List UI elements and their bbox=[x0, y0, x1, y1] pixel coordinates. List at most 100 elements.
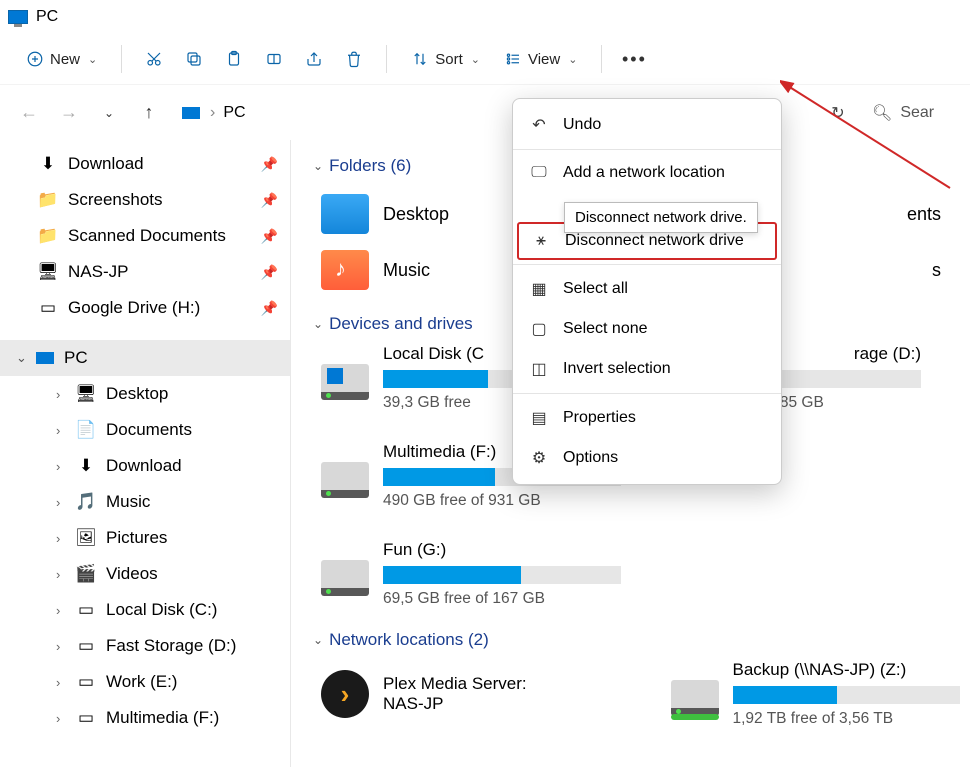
sidebar-pc-child-0[interactable]: ›🖥Desktop bbox=[26, 376, 290, 412]
sidebar-pc[interactable]: ⌄ PC bbox=[0, 340, 290, 376]
menu-disconnect-label: Disconnect network drive bbox=[565, 232, 744, 250]
monitor-icon: 🖵 bbox=[529, 164, 549, 182]
search-placeholder: Sear bbox=[900, 104, 934, 122]
drive-icon bbox=[321, 364, 369, 400]
sidebar-pc-child-7[interactable]: ›▭Fast Storage (D:) bbox=[26, 628, 290, 664]
doc-icon: 📄 bbox=[76, 420, 96, 440]
drive-icon bbox=[321, 462, 369, 498]
sidebar-pc-child-9[interactable]: ›▭Multimedia (F:) bbox=[26, 700, 290, 736]
delete-button[interactable] bbox=[336, 43, 372, 75]
sidebar-pc-child-5[interactable]: ›🎬Videos bbox=[26, 556, 290, 592]
window-title: PC bbox=[36, 8, 58, 26]
menu-add-network-label: Add a network location bbox=[563, 164, 725, 182]
menu-add-network[interactable]: 🖵 Add a network location bbox=[513, 154, 781, 192]
sidebar-item-label: NAS-JP bbox=[68, 262, 128, 282]
tooltip-text: Disconnect network drive. bbox=[575, 209, 747, 226]
section-drives-label: Devices and drives bbox=[329, 314, 473, 334]
sidebar-quick-4[interactable]: ▭Google Drive (H:)📌 bbox=[0, 290, 290, 326]
plex-line2: NAS-JP bbox=[383, 694, 527, 714]
refresh-button[interactable]: ↻ bbox=[824, 103, 852, 123]
sidebar-item-label: Screenshots bbox=[68, 190, 163, 210]
separator bbox=[513, 264, 781, 265]
trash-icon bbox=[345, 50, 363, 68]
chevron-right-icon: › bbox=[56, 495, 70, 510]
titlebar: PC bbox=[0, 0, 970, 34]
scissors-icon bbox=[145, 50, 163, 68]
section-netloc[interactable]: ⌄ Network locations (2) bbox=[313, 630, 960, 650]
menu-select-all[interactable]: ▦Select all bbox=[513, 269, 781, 309]
forward-button[interactable]: → bbox=[54, 102, 84, 123]
separator bbox=[121, 45, 122, 73]
menu-invert[interactable]: ◫Invert selection bbox=[513, 349, 781, 389]
menu-undo-label: Undo bbox=[563, 116, 601, 134]
view-button[interactable]: View ⌄ bbox=[494, 44, 587, 74]
pin-icon: 📌 bbox=[261, 300, 278, 317]
cut-button[interactable] bbox=[136, 43, 172, 75]
menu-undo[interactable]: ↶Undo bbox=[513, 105, 781, 145]
music-icon: 🎵 bbox=[76, 492, 96, 512]
drive-free: 1,92 TB free of 3,56 TB bbox=[733, 710, 961, 728]
sidebar-quick-0[interactable]: ⬇ Download 📌 bbox=[0, 146, 290, 182]
menu-select-none-label: Select none bbox=[563, 320, 648, 338]
sidebar-pc-child-2[interactable]: ›⬇Download bbox=[26, 448, 290, 484]
pc-icon bbox=[8, 10, 28, 24]
pc-icon bbox=[182, 107, 200, 119]
new-button[interactable]: New ⌄ bbox=[16, 44, 107, 74]
sidebar-pc-child-6[interactable]: ›▭Local Disk (C:) bbox=[26, 592, 290, 628]
paste-button[interactable] bbox=[216, 43, 252, 75]
more-button[interactable]: ••• bbox=[616, 43, 652, 75]
plex-icon: › bbox=[321, 670, 369, 718]
breadcrumb-item[interactable]: PC bbox=[223, 104, 245, 122]
usage-bar bbox=[383, 566, 621, 584]
properties-icon: ▤ bbox=[529, 408, 549, 428]
videos-icon: 🎬 bbox=[76, 564, 96, 584]
disk-icon: ▭ bbox=[76, 600, 96, 620]
sidebar-pc-child-8[interactable]: ›▭Work (E:) bbox=[26, 664, 290, 700]
breadcrumb-sep: › bbox=[210, 104, 215, 122]
pin-icon: 📌 bbox=[261, 228, 278, 245]
drive-icon bbox=[321, 560, 369, 596]
pin-icon: 📌 bbox=[261, 264, 278, 281]
sidebar-item-label: Work (E:) bbox=[106, 672, 177, 692]
menu-properties-label: Properties bbox=[563, 409, 636, 427]
up-button[interactable]: ↑ bbox=[134, 102, 164, 123]
navbar: ← → ⌄ ↑ › PC ↻ 🔍︎ Sear bbox=[0, 84, 970, 140]
download-icon: ⬇ bbox=[38, 154, 58, 174]
pin-icon: 📌 bbox=[261, 156, 278, 173]
sidebar-item-label: Download bbox=[68, 154, 144, 174]
sidebar-pc-child-4[interactable]: ›🖼Pictures bbox=[26, 520, 290, 556]
sidebar-pc-child-1[interactable]: ›📄Documents bbox=[26, 412, 290, 448]
disk-icon: ▭ bbox=[76, 636, 96, 656]
sidebar-pc-child-3[interactable]: ›🎵Music bbox=[26, 484, 290, 520]
sidebar-quick-1[interactable]: 📁Screenshots📌 bbox=[0, 182, 290, 218]
menu-options[interactable]: ⚙Options bbox=[513, 438, 781, 478]
share-button[interactable] bbox=[296, 43, 332, 75]
sidebar-quick-3[interactable]: 🖥NAS-JP📌 bbox=[0, 254, 290, 290]
folder-label: Desktop bbox=[383, 204, 449, 225]
recent-dropdown[interactable]: ⌄ bbox=[94, 106, 124, 120]
rename-button[interactable] bbox=[256, 43, 292, 75]
menu-properties[interactable]: ▤ Properties bbox=[513, 398, 781, 438]
sidebar-item-label: Documents bbox=[106, 420, 192, 440]
drive-icon: ▭ bbox=[38, 298, 58, 318]
tooltip: Disconnect network drive. bbox=[564, 202, 758, 233]
plus-circle-icon bbox=[26, 50, 44, 68]
menu-select-none[interactable]: ▢Select none bbox=[513, 309, 781, 349]
sidebar-item-label: Pictures bbox=[106, 528, 167, 548]
chevron-right-icon: › bbox=[56, 711, 70, 726]
chevron-down-icon: ⌄ bbox=[16, 350, 30, 366]
separator bbox=[513, 149, 781, 150]
netloc-backup[interactable]: Backup (\\NAS-JP) (Z:) 1,92 TB free of 3… bbox=[671, 660, 961, 728]
folder-yellow-icon: 📁 bbox=[38, 226, 58, 246]
sort-button[interactable]: Sort ⌄ bbox=[401, 44, 490, 74]
context-menu: ↶Undo 🖵Add a network location ⚹Disconnec… bbox=[512, 98, 782, 485]
search-box[interactable]: 🔍︎ Sear bbox=[862, 103, 944, 123]
sidebar-quick-2[interactable]: 📁Scanned Documents📌 bbox=[0, 218, 290, 254]
invert-icon: ◫ bbox=[529, 359, 549, 379]
drive-3[interactable]: Fun (G:)69,5 GB free of 167 GB bbox=[321, 540, 621, 608]
chevron-right-icon: › bbox=[56, 459, 70, 474]
copy-button[interactable] bbox=[176, 43, 212, 75]
netloc-plex[interactable]: › Plex Media Server: NAS-JP bbox=[321, 660, 611, 728]
scrollbar[interactable] bbox=[290, 164, 291, 384]
back-button[interactable]: ← bbox=[14, 102, 44, 123]
